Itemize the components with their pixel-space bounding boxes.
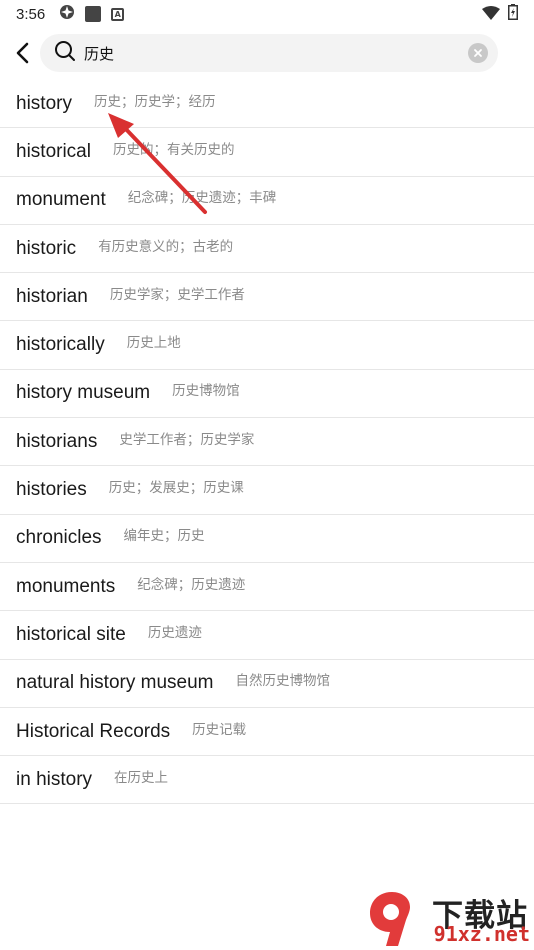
result-word: Historical Records bbox=[16, 720, 171, 742]
result-meaning: 有历史意义的；古老的 bbox=[98, 238, 234, 255]
close-icon bbox=[474, 49, 482, 57]
status-bar: 3:56 A bbox=[0, 0, 534, 28]
notification-a-icon: A bbox=[111, 7, 125, 21]
result-meaning: 历史博物馆 bbox=[172, 383, 240, 400]
result-word: chronicles bbox=[16, 527, 102, 549]
result-item[interactable]: historian 历史学家；史学工作者 bbox=[0, 273, 534, 322]
result-item[interactable]: history 历史；历史学；经历 bbox=[0, 80, 534, 129]
result-word: in history bbox=[16, 768, 93, 790]
result-item[interactable]: natural history museum 自然历史博物馆 bbox=[0, 660, 534, 708]
watermark-url: 91xz.net bbox=[433, 922, 530, 946]
result-word: natural history museum bbox=[16, 672, 214, 694]
result-word: monuments bbox=[16, 575, 116, 597]
result-meaning: 历史遗迹 bbox=[147, 624, 202, 641]
result-word: historically bbox=[16, 334, 105, 356]
status-left: 3:56 A bbox=[16, 4, 125, 24]
result-item[interactable]: Historical Records 历史记载 bbox=[0, 708, 534, 757]
result-item[interactable]: monument 纪念碑；历史遗迹；丰碑 bbox=[0, 177, 534, 225]
result-item[interactable]: historic 有历史意义的；古老的 bbox=[0, 225, 534, 274]
result-item[interactable]: monuments 纪念碑；历史遗迹 bbox=[0, 563, 534, 612]
notification-square-icon bbox=[85, 6, 102, 22]
result-item[interactable]: histories 历史；发展史；历史课 bbox=[0, 466, 534, 515]
clear-search-button[interactable] bbox=[468, 43, 488, 63]
result-meaning: 历史的；有关历史的 bbox=[112, 141, 235, 158]
result-word: history bbox=[16, 92, 72, 114]
result-meaning: 历史上地 bbox=[126, 335, 181, 352]
result-item[interactable]: in history 在历史上 bbox=[0, 756, 534, 805]
result-meaning: 纪念碑；历史遗迹 bbox=[137, 576, 246, 593]
back-arrow-icon bbox=[16, 42, 29, 64]
result-word: monument bbox=[16, 189, 106, 211]
result-meaning: 历史学家；史学工作者 bbox=[109, 286, 245, 303]
result-meaning: 编年史；历史 bbox=[123, 528, 205, 545]
watermark-logo: 下载站 91xz.net bbox=[364, 888, 534, 950]
result-meaning: 历史；发展史；历史课 bbox=[108, 480, 244, 497]
search-icon bbox=[54, 40, 76, 66]
result-word: historic bbox=[16, 237, 77, 259]
search-box[interactable] bbox=[40, 34, 498, 72]
search-input[interactable] bbox=[84, 44, 468, 62]
battery-icon bbox=[508, 4, 518, 24]
wifi-icon bbox=[482, 5, 500, 24]
app-notification-icon bbox=[59, 4, 75, 24]
result-word: historian bbox=[16, 285, 88, 307]
result-meaning: 在历史上 bbox=[114, 769, 169, 786]
watermark-mark-icon bbox=[370, 892, 410, 946]
status-right bbox=[482, 4, 518, 24]
result-item[interactable]: historical 历史的；有关历史的 bbox=[0, 128, 534, 177]
back-button[interactable] bbox=[8, 33, 36, 73]
result-meaning: 史学工作者；历史学家 bbox=[119, 431, 255, 448]
result-item[interactable]: chronicles 编年史；历史 bbox=[0, 515, 534, 563]
result-item[interactable]: historians 史学工作者；历史学家 bbox=[0, 418, 534, 467]
result-word: historical bbox=[16, 140, 91, 162]
result-item[interactable]: history museum 历史博物馆 bbox=[0, 370, 534, 419]
result-word: historians bbox=[16, 430, 98, 452]
result-item[interactable]: historically 历史上地 bbox=[0, 321, 534, 370]
result-meaning: 自然历史博物馆 bbox=[235, 673, 330, 690]
result-meaning: 纪念碑；历史遗迹；丰碑 bbox=[127, 190, 277, 207]
result-meaning: 历史；历史学；经历 bbox=[93, 93, 216, 110]
result-word: historical site bbox=[16, 623, 126, 645]
suggestion-list: history 历史；历史学；经历 historical 历史的；有关历史的 monum… bbox=[0, 80, 534, 805]
result-word: histories bbox=[16, 479, 87, 501]
status-time: 3:56 bbox=[16, 5, 46, 23]
result-word: history museum bbox=[16, 382, 151, 404]
result-item[interactable]: historical site 历史遗迹 bbox=[0, 611, 534, 660]
search-bar bbox=[0, 28, 534, 78]
result-meaning: 历史记载 bbox=[192, 721, 247, 738]
